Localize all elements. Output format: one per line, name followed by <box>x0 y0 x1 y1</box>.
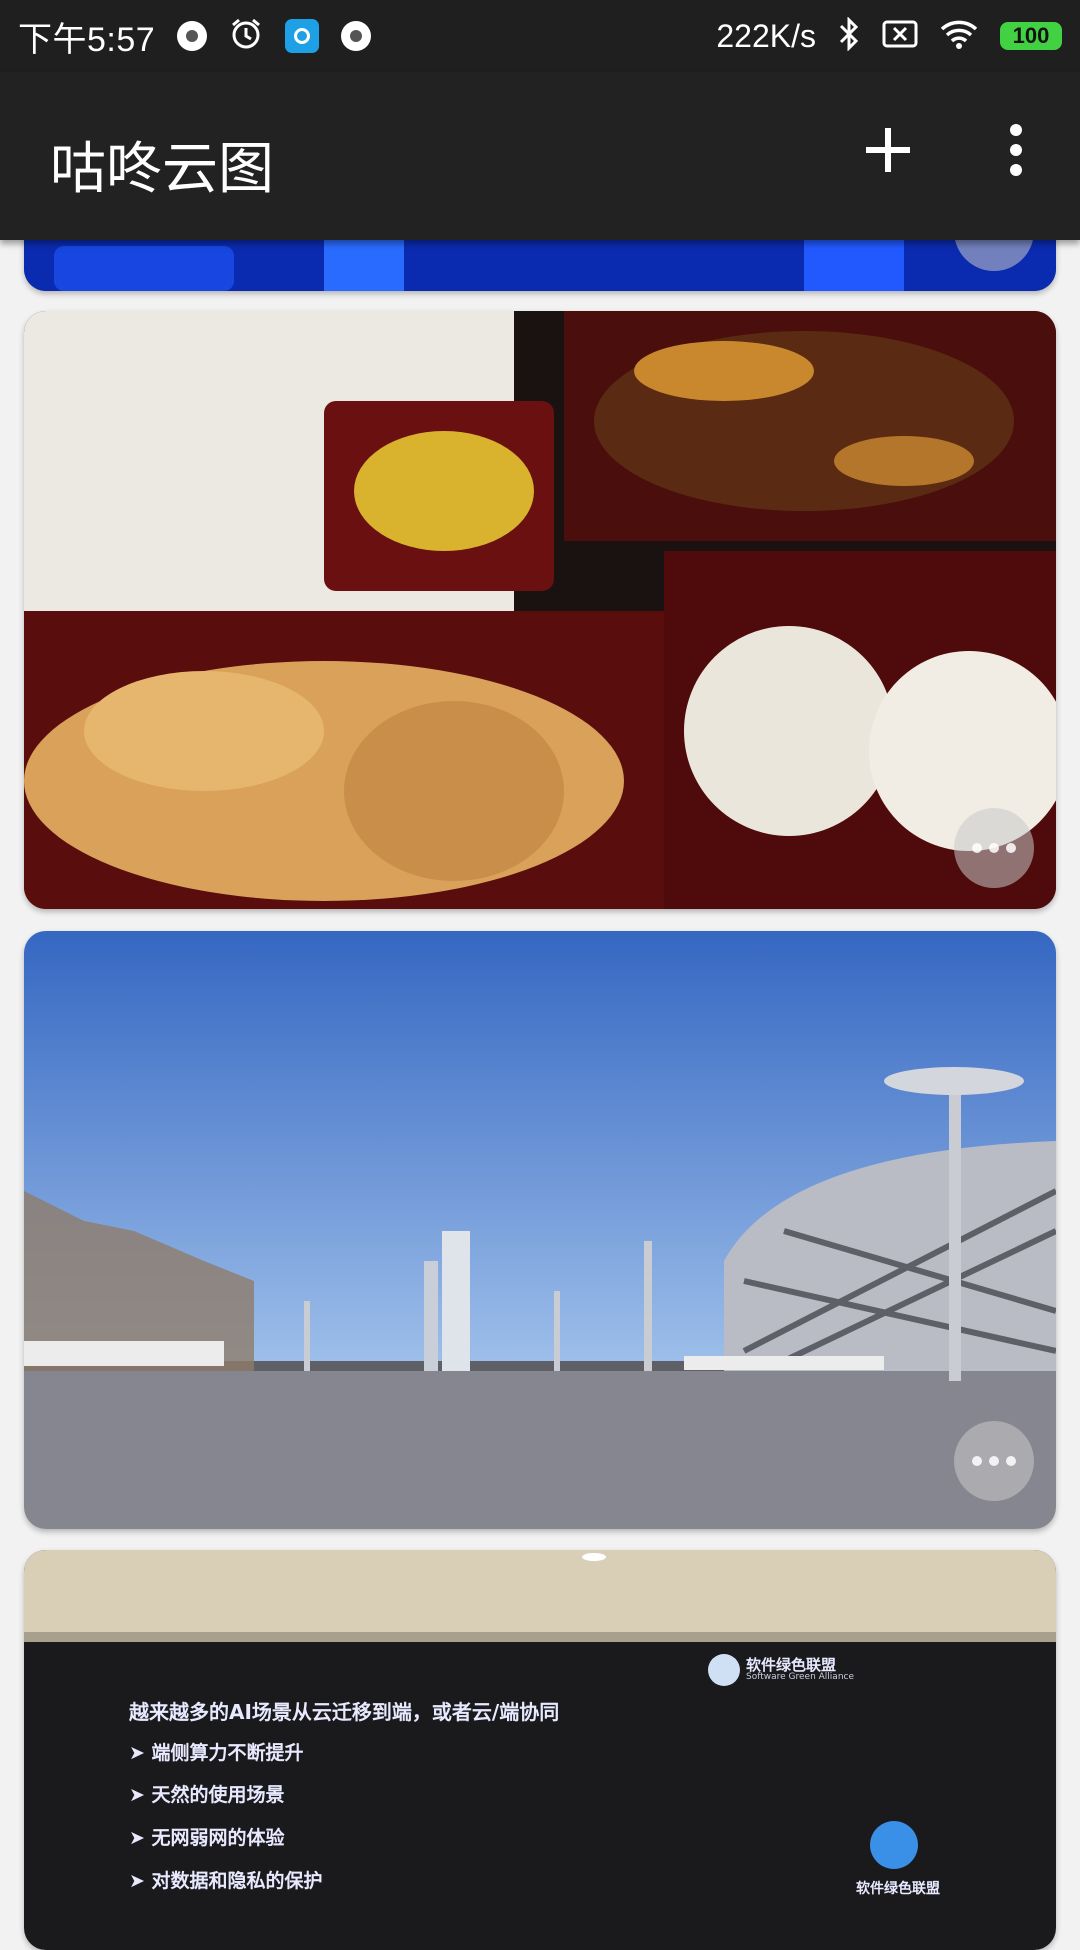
status-time: 下午5:57 <box>18 20 156 59</box>
slide-bullet-text: 对数据和隐私的保护 <box>151 1870 323 1892</box>
photo-card[interactable] <box>24 931 1056 1529</box>
battery-icon: 100 <box>1000 22 1062 50</box>
add-icon <box>866 128 910 172</box>
battery-level: 100 <box>1012 23 1050 48</box>
app-notification-icon <box>285 19 320 53</box>
slide-logo2-text: 软件绿色联盟 <box>856 1881 940 1897</box>
network-speed: 222K/s <box>716 17 816 54</box>
add-button[interactable] <box>860 122 916 178</box>
slide-bullet-text: 端侧算力不断提升 <box>151 1742 304 1764</box>
slide-bullet-text: 无网弱网的体验 <box>151 1827 285 1849</box>
app-bar: 咕咚云图 <box>0 72 1080 240</box>
photo-card[interactable]: 软件绿色联盟 Software Green Alliance 越来越多的AI场景… <box>24 1550 1056 1950</box>
more-options-button[interactable] <box>988 120 1044 180</box>
no-sim-icon <box>882 19 918 54</box>
slide-bullet: ➤ 无网弱网的体验 <box>129 1827 285 1849</box>
notification-dot-icon <box>341 21 372 51</box>
photo-card[interactable] <box>24 311 1056 909</box>
photo-bento-meal <box>24 311 1056 909</box>
bluetooth-icon <box>838 15 860 56</box>
slide-logo-subtext: Software Green Alliance <box>746 1672 855 1682</box>
more-vert-icon <box>1010 124 1022 176</box>
photo-stadium-plaza <box>24 931 1056 1529</box>
status-bar: 下午5:57 222K/s 100 <box>0 0 1080 72</box>
alarm-icon <box>229 17 263 56</box>
slide-bullet: ➤ 天然的使用场景 <box>129 1784 285 1806</box>
photo-more-button[interactable] <box>954 1421 1034 1501</box>
slide-bullet: ➤ 端侧算力不断提升 <box>129 1742 304 1764</box>
app-title: 咕咚云图 <box>50 137 274 202</box>
slide-bullet-text: 天然的使用场景 <box>151 1784 285 1806</box>
photo-more-button[interactable] <box>954 808 1034 888</box>
notification-dot-icon <box>177 21 208 51</box>
slide-heading: 越来越多的AI场景从云迁移到端，或者云/端协同 <box>129 1700 560 1724</box>
slide-bullet: ➤ 对数据和隐私的保护 <box>129 1870 323 1892</box>
wifi-icon <box>940 19 978 54</box>
